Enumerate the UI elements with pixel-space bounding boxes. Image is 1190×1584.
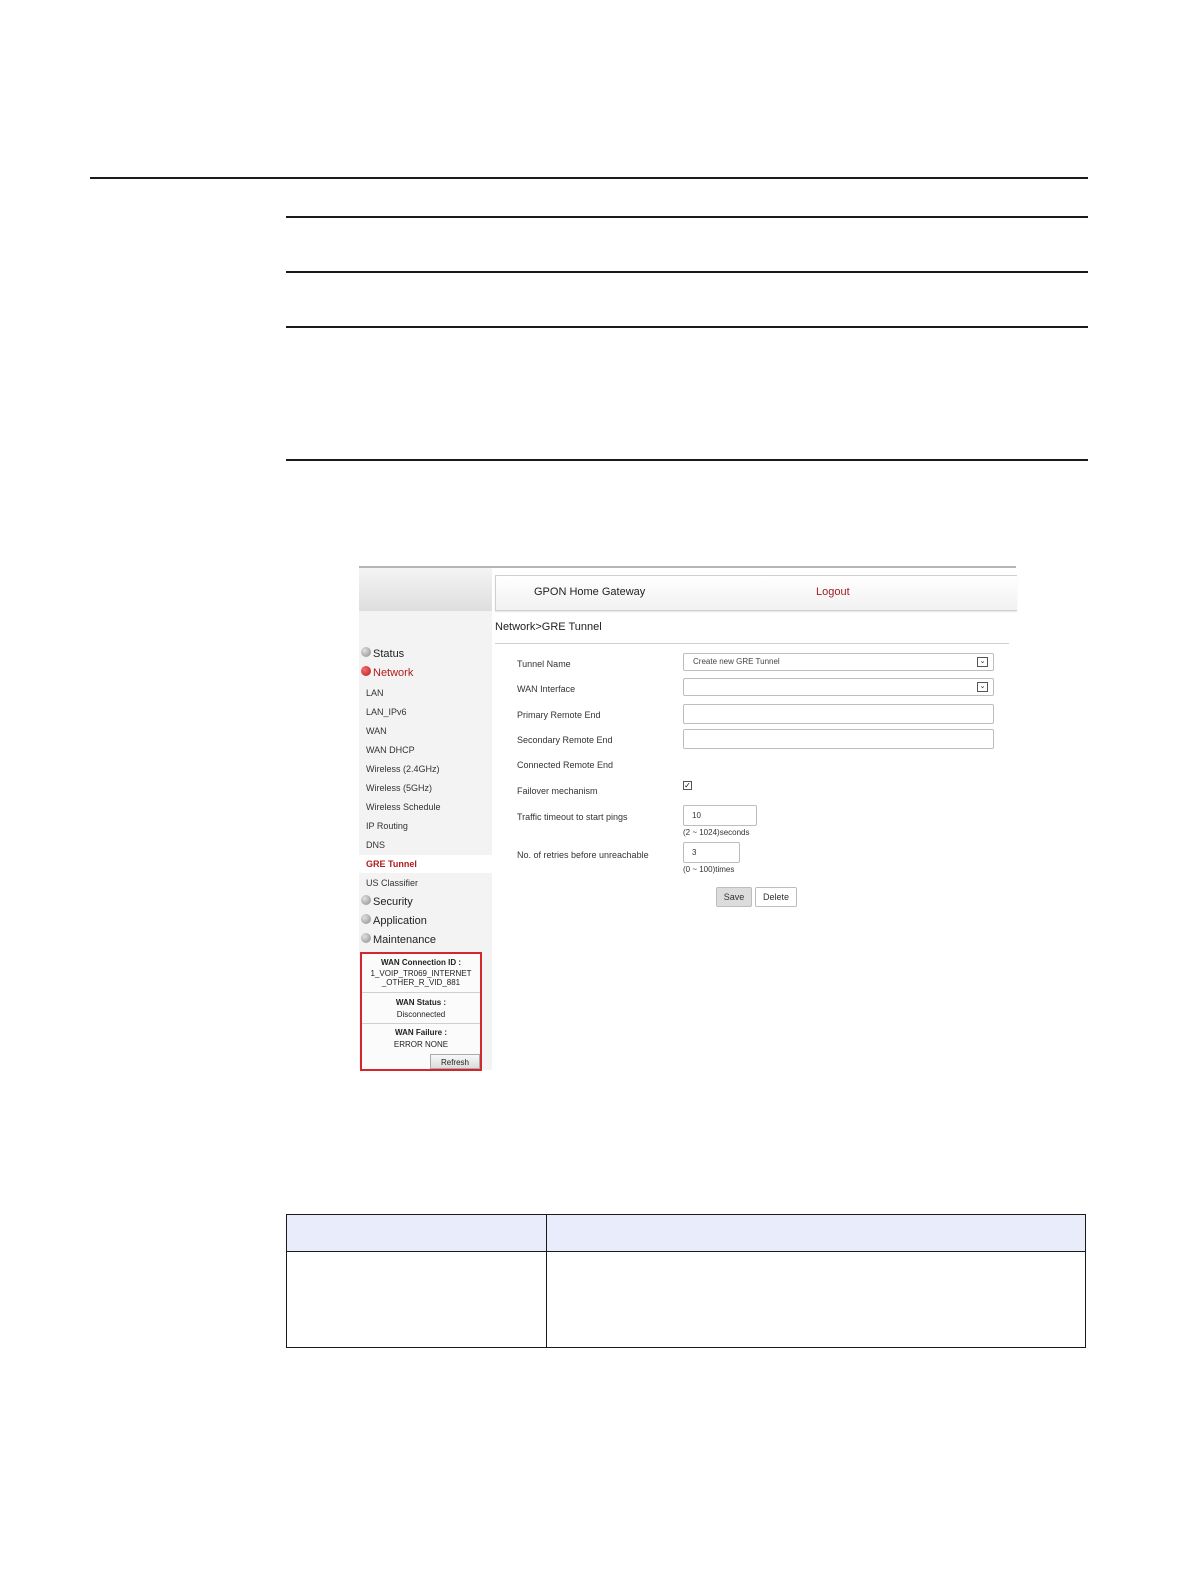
section-rule-3 — [286, 326, 1088, 328]
app-title: GPON Home Gateway — [534, 586, 646, 598]
sidebar-item-lan-ipv6[interactable]: LAN_IPv6 — [359, 703, 492, 721]
expand-icon — [361, 914, 371, 924]
expand-icon — [361, 647, 371, 657]
traffic-timeout-hint: (2 ~ 1024)seconds — [683, 828, 750, 837]
traffic-timeout-input[interactable]: 10 — [683, 805, 757, 826]
status-divider — [362, 1023, 480, 1024]
sidebar-header — [359, 568, 492, 611]
sidebar-item-maintenance[interactable]: Maintenance — [361, 932, 436, 948]
sidebar-item-label: Security — [373, 896, 413, 908]
expand-icon — [361, 895, 371, 905]
gateway-screenshot: GPON Home Gateway Logout Network>GRE Tun… — [359, 566, 1017, 1071]
sidebar-item-label: Maintenance — [373, 934, 436, 946]
refresh-button[interactable]: Refresh — [430, 1054, 480, 1069]
wan-status-value: Disconnected — [396, 1010, 446, 1019]
breadcrumb-divider — [495, 643, 1009, 644]
app-header: GPON Home Gateway Logout — [495, 575, 1017, 611]
page-top-rule — [90, 177, 1088, 179]
chevron-down-icon: ⌄ — [977, 657, 988, 667]
retries-hint: (0 ~ 100)times — [683, 865, 735, 874]
tunnel-name-label: Tunnel Name — [517, 659, 571, 669]
sidebar-item-ip-routing[interactable]: IP Routing — [359, 817, 492, 835]
failover-checkbox[interactable]: ✓ — [683, 781, 692, 790]
retries-input[interactable]: 3 — [683, 842, 740, 863]
expand-icon — [361, 933, 371, 943]
parameter-table — [286, 1214, 1086, 1348]
sidebar-item-wireless-5[interactable]: Wireless (5GHz) — [359, 779, 492, 797]
wan-connection-value-line1: 1_VOIP_TR069_INTERNET — [370, 969, 472, 978]
chevron-down-icon: ⌄ — [977, 682, 988, 692]
wan-status-panel: WAN Connection ID : 1_VOIP_TR069_INTERNE… — [360, 952, 482, 1071]
tunnel-name-select[interactable]: Create new GRE Tunnel ⌄ — [683, 653, 994, 671]
sidebar-item-security[interactable]: Security — [361, 894, 413, 910]
sidebar-item-label: Application — [373, 915, 427, 927]
sidebar-item-label: Network — [373, 667, 414, 679]
sidebar-item-wan-dhcp[interactable]: WAN DHCP — [359, 741, 492, 759]
wan-failure-title: WAN Failure : — [394, 1028, 447, 1037]
delete-button[interactable]: Delete — [755, 887, 797, 907]
sidebar-item-wireless-schedule[interactable]: Wireless Schedule — [359, 798, 492, 816]
tunnel-name-value: Create new GRE Tunnel — [693, 657, 780, 666]
table-column-divider — [546, 1215, 547, 1347]
save-button[interactable]: Save — [716, 887, 752, 907]
primary-remote-end-label: Primary Remote End — [517, 710, 601, 720]
table-header — [287, 1215, 1085, 1252]
sidebar-item-wireless-24[interactable]: Wireless (2.4GHz) — [359, 760, 492, 778]
wan-interface-select[interactable]: ⌄ — [683, 678, 994, 696]
sidebar-item-label: Status — [373, 648, 405, 660]
wan-connection-value-line2: _OTHER_R_VID_881 — [381, 978, 461, 987]
primary-remote-end-input[interactable] — [683, 704, 994, 724]
sidebar-item-us-classifier[interactable]: US Classifier — [359, 874, 492, 892]
wan-connection-title: WAN Connection ID : — [381, 958, 461, 967]
secondary-remote-end-label: Secondary Remote End — [517, 735, 613, 745]
collapse-icon — [361, 666, 371, 676]
sidebar-item-status[interactable]: Status — [361, 646, 404, 662]
sidebar-item-wan[interactable]: WAN — [359, 722, 492, 740]
traffic-timeout-label: Traffic timeout to start pings — [517, 812, 628, 822]
section-rule-1 — [286, 216, 1088, 218]
section-rule-2 — [286, 271, 1088, 273]
sidebar-item-lan[interactable]: LAN — [359, 684, 492, 702]
logout-link[interactable]: Logout — [816, 586, 850, 598]
section-rule-4 — [286, 459, 1088, 461]
breadcrumb: Network>GRE Tunnel — [495, 621, 602, 633]
retries-label: No. of retries before unreachable — [517, 850, 649, 860]
sidebar-item-application[interactable]: Application — [361, 913, 427, 929]
sidebar-item-network[interactable]: Network — [361, 665, 413, 681]
wan-interface-label: WAN Interface — [517, 684, 576, 694]
sidebar-item-dns[interactable]: DNS — [359, 836, 492, 854]
secondary-remote-end-input[interactable] — [683, 729, 994, 749]
failover-mechanism-label: Failover mechanism — [517, 786, 598, 796]
sidebar-item-gre-tunnel[interactable]: GRE Tunnel — [359, 855, 492, 873]
wan-failure-value: ERROR NONE — [393, 1040, 449, 1049]
wan-status-title: WAN Status : — [395, 998, 447, 1007]
status-divider — [362, 992, 480, 993]
connected-remote-end-label: Connected Remote End — [517, 760, 614, 770]
